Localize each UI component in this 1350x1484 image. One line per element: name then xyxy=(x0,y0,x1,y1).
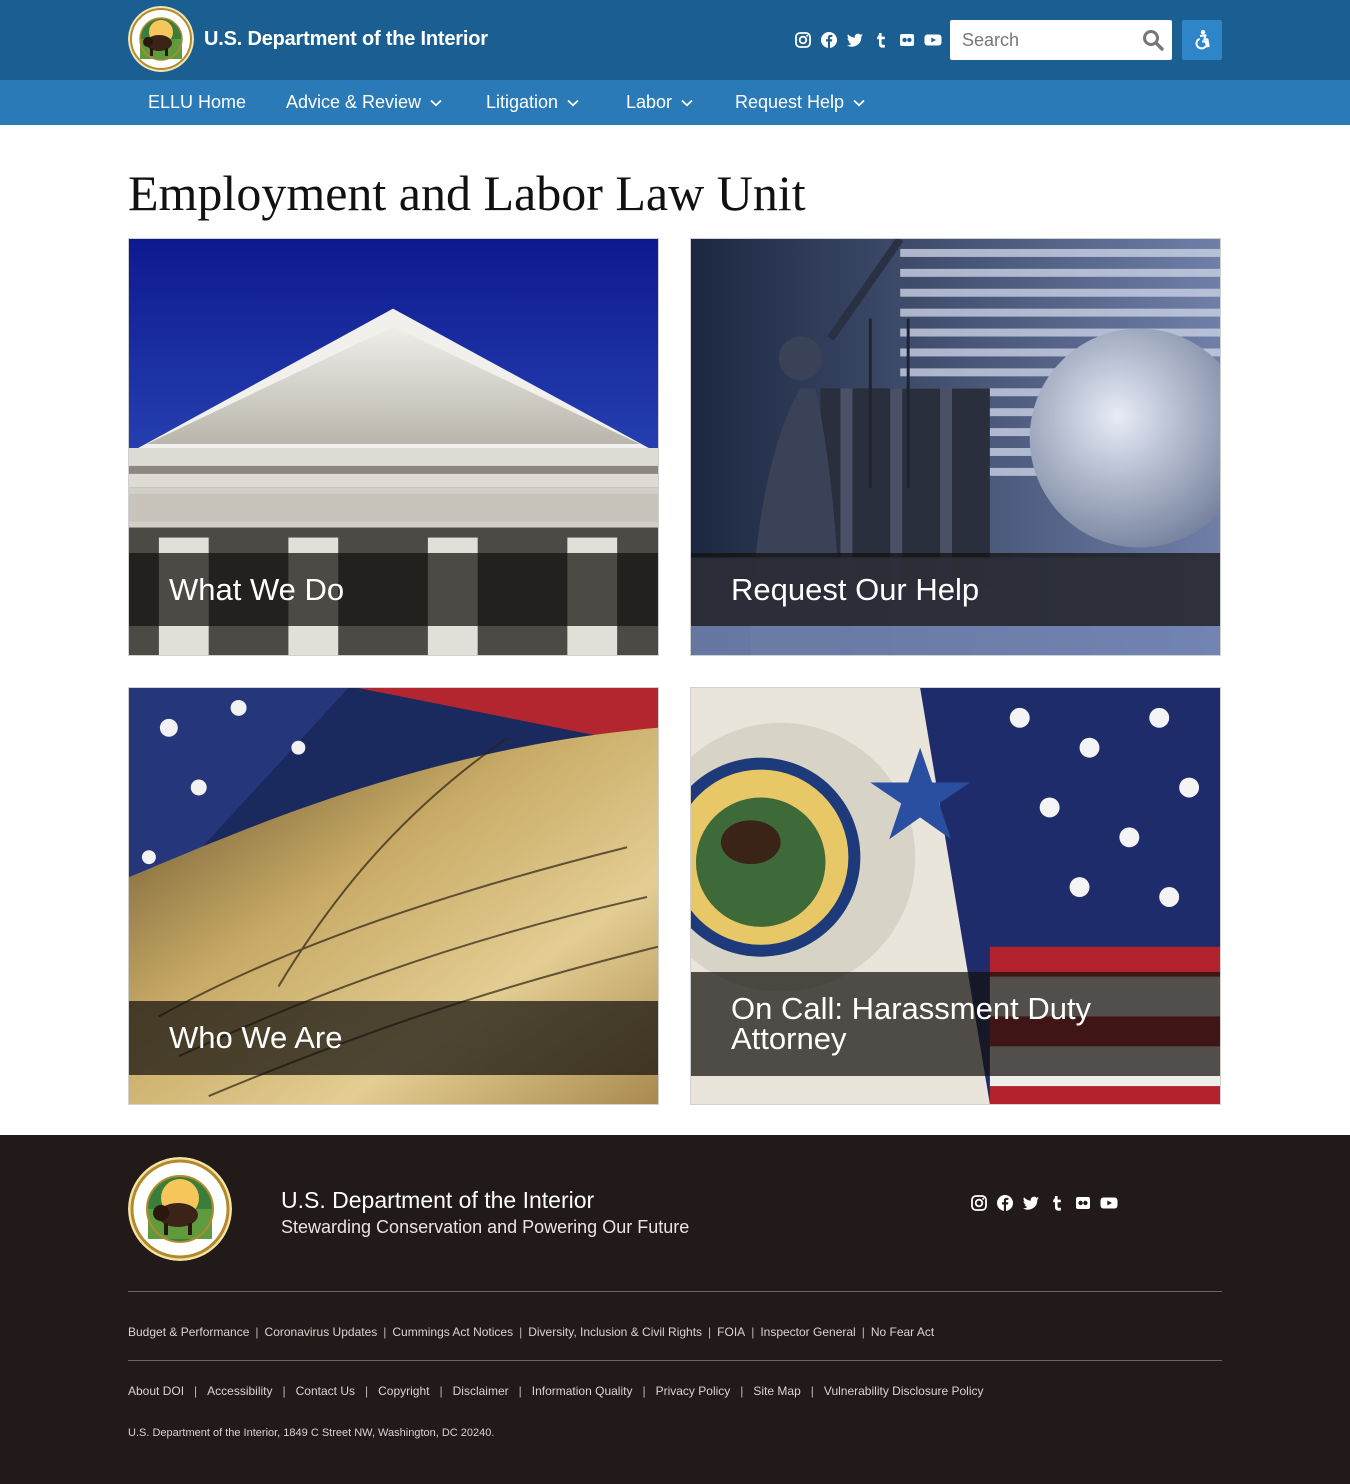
footer-link-no-fear-act[interactable]: No Fear Act xyxy=(871,1325,934,1339)
footer-address: U.S. Department of the Interior, 1849 C … xyxy=(128,1427,495,1439)
tumblr-icon[interactable] xyxy=(1048,1194,1066,1212)
chevron-down-icon xyxy=(567,99,579,107)
footer-link-accessibility[interactable]: Accessibility xyxy=(207,1384,272,1398)
footer-link-privacy-policy[interactable]: Privacy Policy xyxy=(656,1384,731,1398)
flickr-icon[interactable] xyxy=(898,31,916,49)
link-separator: | xyxy=(740,1384,744,1398)
card-on-call-harassment[interactable]: On Call: Harassment Duty Attorney xyxy=(690,687,1221,1105)
nav-item-label: Advice & Review xyxy=(286,92,422,112)
header-topbar: U.S. Department of the Interior xyxy=(0,0,1350,80)
twitter-icon[interactable] xyxy=(1022,1194,1040,1212)
nav-item-request-help[interactable]: Request Help xyxy=(735,80,865,125)
card-what-we-do[interactable]: What We Do xyxy=(128,238,659,656)
primary-nav: ELLU Home Advice & Review Litigation Lab… xyxy=(0,80,1350,125)
footer-title: U.S. Department of the Interior xyxy=(281,1187,595,1213)
footer-link-coronavirus[interactable]: Coronavirus Updates xyxy=(265,1325,378,1339)
footer-link-copyright[interactable]: Copyright xyxy=(378,1384,429,1398)
footer-link-diversity[interactable]: Diversity, Inclusion & Civil Rights xyxy=(528,1325,702,1339)
doi-seal-logo[interactable] xyxy=(128,6,194,72)
footer-divider xyxy=(128,1291,1222,1292)
accessibility-icon xyxy=(1195,30,1210,50)
link-separator: | xyxy=(810,1384,814,1398)
link-separator: | xyxy=(194,1384,198,1398)
search-icon[interactable] xyxy=(1142,29,1164,51)
link-separator: | xyxy=(255,1325,259,1339)
link-separator: | xyxy=(751,1325,755,1339)
nav-item-label: Request Help xyxy=(735,92,845,112)
footer-link-vulnerability-disclosure[interactable]: Vulnerability Disclosure Policy xyxy=(824,1384,984,1398)
card-caption-text: On Call: Harassment Duty Attorney xyxy=(731,991,1092,1056)
youtube-icon[interactable] xyxy=(924,31,942,49)
site-search xyxy=(950,20,1172,60)
link-separator: | xyxy=(642,1384,646,1398)
link-separator: | xyxy=(861,1325,865,1339)
page-title: Employment and Labor Law Unit xyxy=(128,165,806,221)
accessibility-button[interactable] xyxy=(1182,20,1222,60)
nav-item-label: Labor xyxy=(626,92,673,112)
facebook-icon[interactable] xyxy=(820,31,838,49)
instagram-icon[interactable] xyxy=(794,31,812,49)
site-footer: U.S. Department of the Interior Stewardi… xyxy=(0,1135,1350,1484)
header-social-links xyxy=(794,31,942,49)
footer-link-budget[interactable]: Budget & Performance xyxy=(128,1325,249,1339)
footer-link-foia[interactable]: FOIA xyxy=(717,1325,745,1339)
footer-link-inspector-general[interactable]: Inspector General xyxy=(760,1325,855,1339)
footer-link-contact-us[interactable]: Contact Us xyxy=(296,1384,355,1398)
chevron-down-icon xyxy=(681,99,693,107)
link-separator: | xyxy=(519,1325,523,1339)
instagram-icon[interactable] xyxy=(970,1194,988,1212)
footer-divider xyxy=(128,1360,1222,1361)
footer-doi-seal-logo[interactable] xyxy=(128,1157,232,1261)
link-separator: | xyxy=(383,1325,387,1339)
link-separator: | xyxy=(439,1384,443,1398)
nav-item-advice-review[interactable]: Advice & Review xyxy=(286,80,442,125)
nav-item-labor[interactable]: Labor xyxy=(626,80,693,125)
card-request-our-help[interactable]: Request Our Help xyxy=(690,238,1221,656)
nav-item-litigation[interactable]: Litigation xyxy=(486,80,579,125)
link-separator: | xyxy=(282,1384,286,1398)
nav-item-label: ELLU Home xyxy=(148,92,247,112)
search-input[interactable] xyxy=(950,20,1136,60)
nav-item-ellu-home[interactable]: ELLU Home xyxy=(148,80,246,125)
tumblr-icon[interactable] xyxy=(872,31,890,49)
link-separator: | xyxy=(708,1325,712,1339)
card-caption: Who We Are xyxy=(129,1001,658,1075)
footer-links-row-2: About DOI | Accessibility | Contact Us | Co… xyxy=(128,1384,984,1398)
footer-links-row-1: Budget & Performance | Coronavirus Update… xyxy=(128,1325,934,1339)
link-separator: | xyxy=(518,1384,522,1398)
card-caption: On Call: Harassment Duty Attorney xyxy=(691,972,1220,1076)
card-caption: Request Our Help xyxy=(691,553,1220,626)
footer-link-site-map[interactable]: Site Map xyxy=(753,1384,800,1398)
footer-link-cummings-act[interactable]: Cummings Act Notices xyxy=(392,1325,513,1339)
site-brand-title[interactable]: U.S. Department of the Interior xyxy=(204,28,488,51)
nav-item-label: Litigation xyxy=(486,92,559,112)
flickr-icon[interactable] xyxy=(1074,1194,1092,1212)
link-separator: | xyxy=(365,1384,369,1398)
facebook-icon[interactable] xyxy=(996,1194,1014,1212)
footer-link-disclaimer[interactable]: Disclaimer xyxy=(453,1384,509,1398)
footer-link-information-quality[interactable]: Information Quality xyxy=(532,1384,633,1398)
card-caption: What We Do xyxy=(129,553,658,626)
youtube-icon[interactable] xyxy=(1100,1194,1118,1212)
card-who-we-are[interactable]: Who We Are xyxy=(128,687,659,1105)
footer-social-links xyxy=(970,1194,1118,1212)
footer-tagline: Stewarding Conservation and Powering Our… xyxy=(281,1217,690,1237)
twitter-icon[interactable] xyxy=(846,31,864,49)
footer-link-about-doi[interactable]: About DOI xyxy=(128,1384,184,1398)
chevron-down-icon xyxy=(430,99,442,107)
chevron-down-icon xyxy=(853,99,865,107)
